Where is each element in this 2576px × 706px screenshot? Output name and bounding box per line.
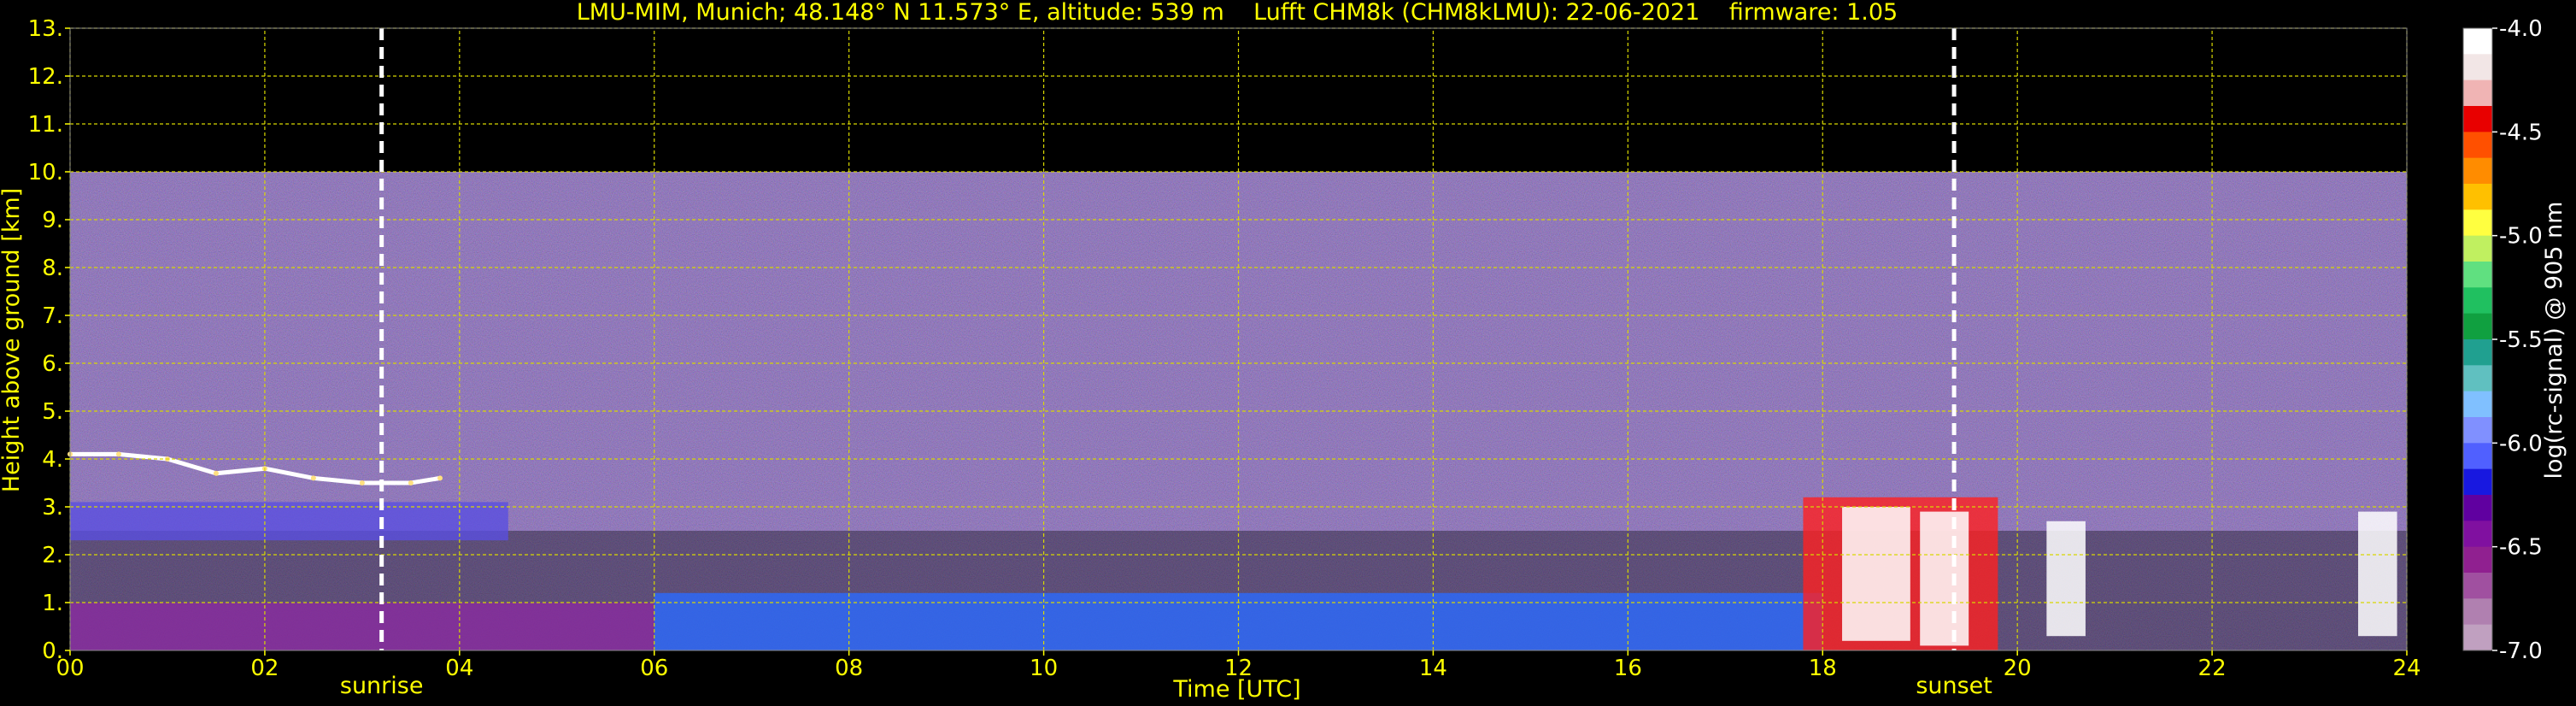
x-tick-label: 22 <box>2198 656 2227 681</box>
colorbar-segment <box>2463 417 2492 444</box>
colorbar-segment <box>2463 209 2492 237</box>
colorbar-tick-label: -5.0 <box>2499 224 2543 250</box>
colorbar-segment <box>2463 79 2492 107</box>
x-tick-label: 02 <box>250 656 279 681</box>
x-tick-label: 08 <box>835 656 863 681</box>
x-tick-label: 14 <box>1419 656 1447 681</box>
y-tick-label: 11. <box>28 112 63 138</box>
cloud-base-point-8 <box>437 475 443 481</box>
x-tick-label: 10 <box>1030 656 1058 681</box>
colorbar-segment <box>2463 287 2492 315</box>
cloud-core-0 <box>1842 507 1910 641</box>
colorbar-segment <box>2463 262 2492 288</box>
y-tick-label: 10. <box>28 160 63 185</box>
y-tick-label: 12. <box>28 64 63 90</box>
colorbar-tick-label: -6.5 <box>2499 535 2543 561</box>
colorbar-segment <box>2463 235 2492 262</box>
cloud-base-point-5 <box>310 475 316 481</box>
colorbar-tick-label: -4.5 <box>2499 120 2543 145</box>
colorbar-segment <box>2463 546 2492 574</box>
colorbar-tick-label: -5.5 <box>2499 327 2543 353</box>
cloud-core-3 <box>2358 511 2397 637</box>
colorbar-segment <box>2463 28 2492 55</box>
y-tick-label: 2. <box>42 543 63 568</box>
colorbar-segment <box>2463 598 2492 626</box>
y-axis-label: Height above ground [km] <box>0 188 25 492</box>
y-tick-label: 5. <box>42 399 63 425</box>
x-tick-label: 06 <box>640 656 668 681</box>
cloud-base-point-3 <box>213 470 219 476</box>
layer-0 <box>70 502 508 541</box>
y-tick-label: 8. <box>42 256 63 281</box>
colorbar-segment <box>2463 132 2492 159</box>
colorbar-tick-label: -7.0 <box>2499 638 2543 664</box>
x-tick-label: 04 <box>445 656 473 681</box>
y-tick-label: 0. <box>42 638 63 664</box>
colorbar-segment <box>2463 495 2492 521</box>
cloud-base-point-1 <box>115 451 121 457</box>
chart-title: LMU-MIM, Munich; 48.148° N 11.573° E, al… <box>577 0 1898 26</box>
x-tick-label: 18 <box>1809 656 1837 681</box>
y-tick-label: 9. <box>42 208 63 233</box>
cloud-core-1 <box>1920 511 1969 646</box>
y-tick-label: 1. <box>42 591 63 616</box>
y-tick-label: 6. <box>42 351 63 377</box>
colorbar-segment <box>2463 184 2492 210</box>
colorbar-segment <box>2463 339 2492 366</box>
colorbar-segment <box>2463 365 2492 392</box>
colorbar-segment <box>2463 573 2492 599</box>
y-tick-label: 4. <box>42 447 63 473</box>
layer-1 <box>70 603 654 650</box>
colorbar-segment <box>2463 54 2492 81</box>
colorbar-segment <box>2463 391 2492 418</box>
colorbar-segment <box>2463 468 2492 496</box>
marker-label-sunrise: sunrise <box>340 673 424 699</box>
colorbar-segment <box>2463 624 2492 651</box>
colorbar-segment <box>2463 521 2492 548</box>
cloud-base-point-6 <box>359 480 365 485</box>
y-tick-label: 13. <box>28 16 63 42</box>
colorbar-segment <box>2463 313 2492 340</box>
x-tick-label: 24 <box>2392 656 2421 681</box>
x-axis-label: Time [UTC] <box>1172 676 1300 703</box>
y-tick-label: 7. <box>42 303 63 329</box>
colorbar-segment <box>2463 157 2492 185</box>
x-tick-label: 20 <box>2004 656 2032 681</box>
colorbar-segment <box>2463 106 2492 132</box>
ceilometer-chart: sunrise sunset 00 02 04 06 08 10 12 14 16 18 20 22 24… <box>0 0 2576 706</box>
cloud-base-point-7 <box>408 480 414 485</box>
colorbar-label: log(rc-signal) @ 905 nm <box>2541 202 2567 479</box>
marker-label-sunset: sunset <box>1916 673 1992 699</box>
colorbar-segment <box>2463 443 2492 470</box>
x-tick-label: 16 <box>1614 656 1642 681</box>
y-tick-label: 3. <box>42 495 63 521</box>
cloud-core-2 <box>2046 521 2086 637</box>
colorbar-tick-label: -6.0 <box>2499 431 2543 456</box>
colorbar-tick-label: -4.0 <box>2499 16 2543 42</box>
